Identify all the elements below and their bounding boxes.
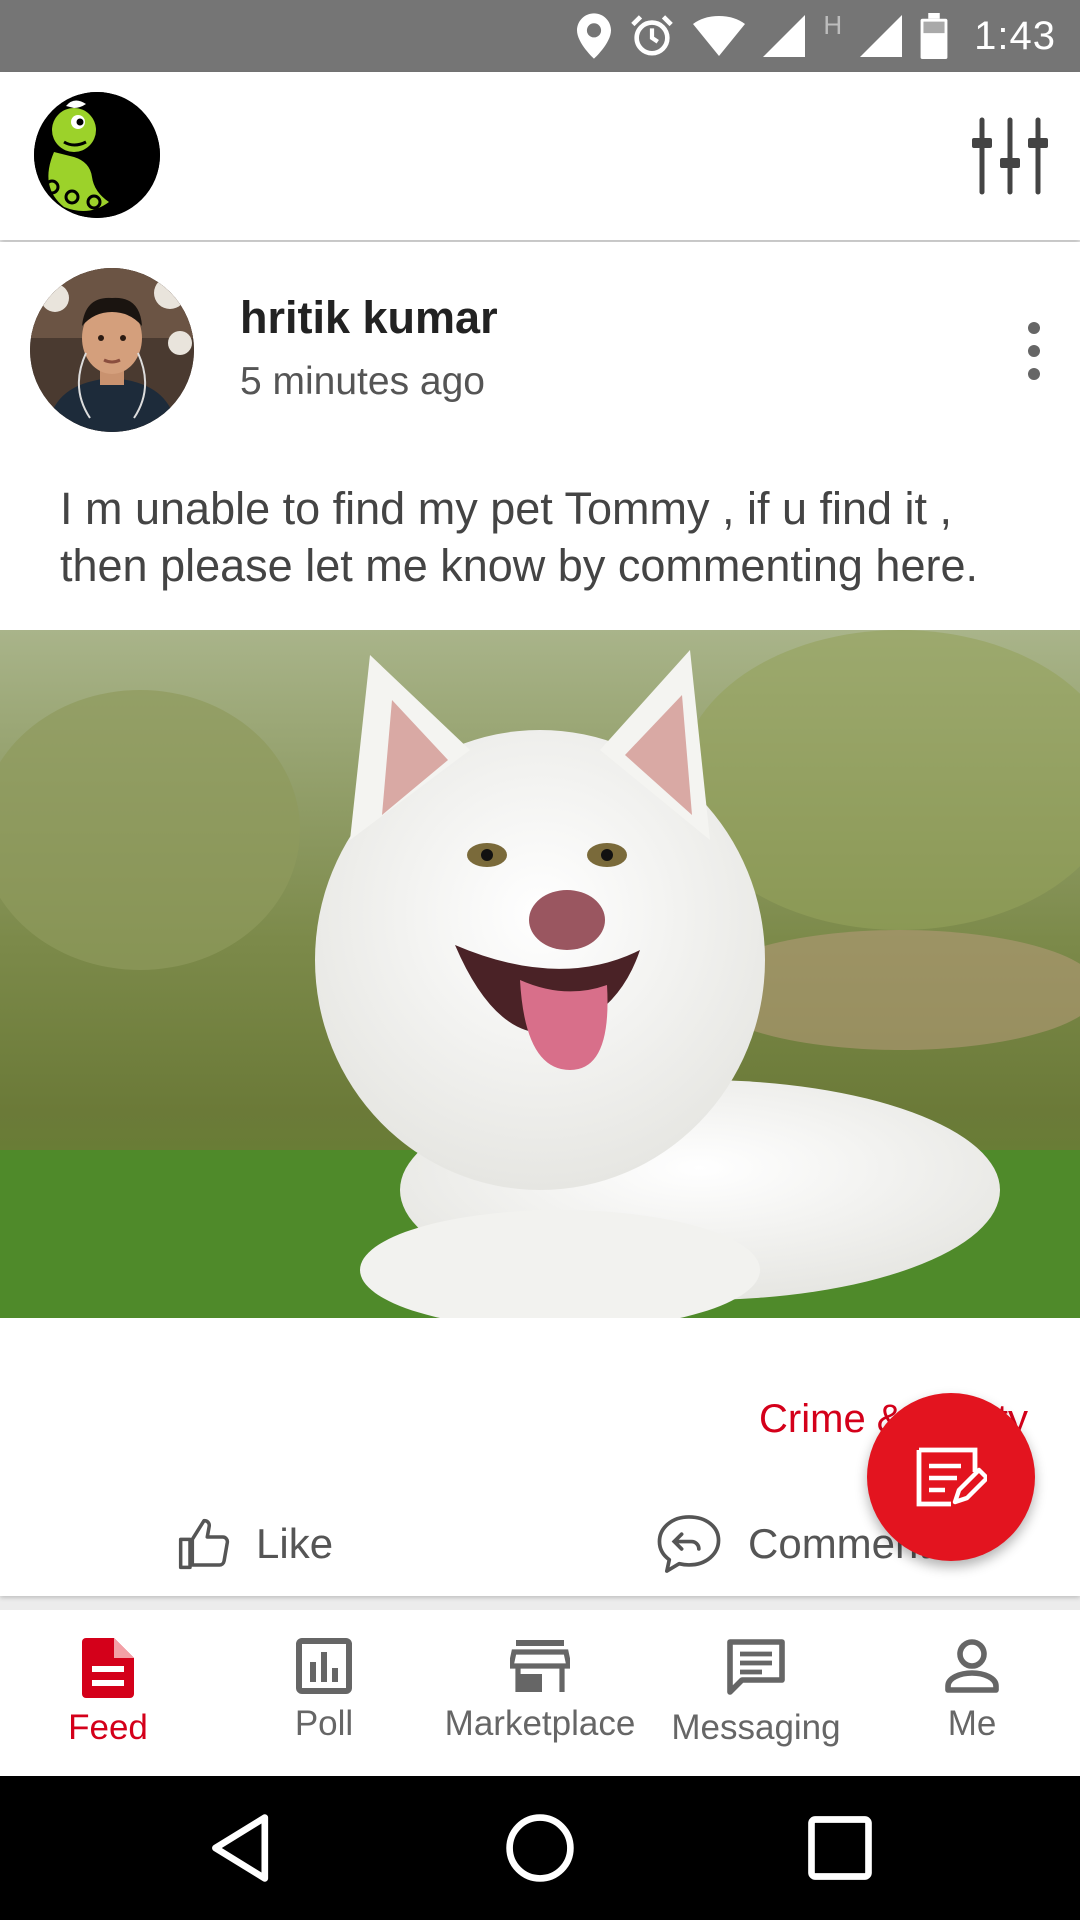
nav-item-marketplace[interactable]: Marketplace (432, 1610, 648, 1776)
nav-item-messaging[interactable]: Messaging (648, 1610, 864, 1776)
tune-sliders-icon (972, 117, 1048, 195)
home-icon[interactable] (502, 1810, 578, 1886)
post-card: hritik kumar 5 minutes ago I m unable to… (0, 242, 1080, 1596)
system-navigation-bar (0, 1776, 1080, 1920)
edit-note-icon (916, 1447, 987, 1507)
nav-label: Marketplace (444, 1704, 636, 1743)
nav-item-me[interactable]: Me (864, 1610, 1080, 1776)
like-button[interactable]: Like (176, 1506, 333, 1582)
post-timestamp: 5 minutes ago (240, 360, 485, 403)
more-vert-icon (1028, 322, 1040, 380)
nav-item-feed[interactable]: Feed (0, 1610, 216, 1776)
wifi-icon (693, 16, 746, 56)
nav-label: Poll (294, 1704, 354, 1743)
nav-label: Feed (68, 1708, 148, 1747)
battery-icon (920, 13, 948, 59)
like-label: Like (256, 1520, 334, 1567)
compose-post-fab[interactable] (867, 1393, 1035, 1561)
comment-reply-icon (657, 1515, 721, 1573)
status-icons: H 1:43 (577, 0, 1056, 72)
bar-chart-icon (296, 1638, 352, 1694)
post-author[interactable]: hritik kumar (240, 292, 498, 344)
bottom-navigation: Feed Poll Marketplace Messaging Me (0, 1610, 1080, 1776)
document-icon (82, 1638, 134, 1698)
more-options-button[interactable] (1014, 320, 1054, 382)
recents-icon[interactable] (802, 1810, 878, 1886)
status-time: 1:43 (974, 13, 1056, 58)
thumbs-up-icon (178, 1518, 230, 1570)
nav-item-poll[interactable]: Poll (216, 1610, 432, 1776)
app-bar (0, 72, 1080, 240)
post-image[interactable] (0, 630, 1080, 1318)
back-icon[interactable] (204, 1810, 280, 1886)
alarm-icon (631, 15, 674, 56)
person-icon (945, 1639, 999, 1693)
signal-icon (860, 15, 903, 57)
post-text: I m unable to find my pet Tommy , if u f… (60, 483, 978, 591)
store-icon (510, 1640, 570, 1692)
app-logo-icon[interactable] (34, 92, 160, 218)
filter-button[interactable] (968, 114, 1052, 198)
avatar[interactable] (30, 268, 194, 432)
network-type: H (823, 10, 843, 40)
nav-label: Messaging (671, 1708, 841, 1747)
message-icon (727, 1639, 785, 1695)
signal-icon (763, 15, 806, 57)
location-icon (577, 13, 612, 59)
status-bar: H 1:43 (0, 0, 1080, 72)
nav-label: Me (947, 1704, 997, 1743)
